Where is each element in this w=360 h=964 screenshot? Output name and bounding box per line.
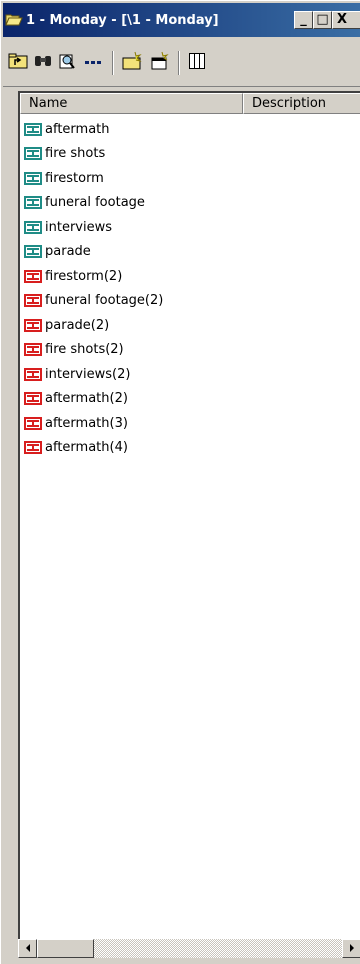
minimize-icon: _	[300, 12, 307, 27]
columns-view-button[interactable]	[185, 51, 209, 75]
more-button[interactable]	[81, 51, 105, 75]
clip-icon	[24, 343, 42, 357]
clip-icon	[24, 245, 42, 259]
clip-name: interviews(2)	[45, 366, 131, 382]
clip-icon	[24, 220, 42, 234]
find-clip-button[interactable]	[55, 51, 79, 75]
clip-name: aftermath(2)	[45, 391, 128, 407]
column-header-description[interactable]: Description	[243, 93, 360, 114]
list-item[interactable]: aftermath	[20, 117, 360, 142]
clip-name: aftermath	[45, 121, 110, 137]
clip-name: aftermath(4)	[45, 440, 128, 456]
list-item[interactable]: fire shots	[20, 142, 360, 167]
clip-icon	[24, 294, 42, 308]
close-icon: X	[337, 12, 348, 27]
clip-icon	[24, 269, 42, 283]
list-item[interactable]: interviews	[20, 215, 360, 240]
title-bar[interactable]: 1 - Monday - [\1 - Monday] _ □ X	[3, 3, 360, 37]
maximize-icon: □	[316, 12, 329, 27]
open-folder-icon	[5, 13, 23, 27]
clip-name: fire shots(2)	[45, 342, 124, 358]
list-item[interactable]: funeral footage(2)	[20, 289, 360, 314]
binoculars-icon	[33, 53, 53, 73]
list-item[interactable]: funeral footage	[20, 191, 360, 216]
window-title: 1 - Monday - [\1 - Monday]	[26, 12, 219, 28]
list-item[interactable]: interviews(2)	[20, 362, 360, 387]
column-header: Name Description	[20, 93, 360, 115]
find-clip-icon	[57, 52, 77, 74]
list-item[interactable]: firestorm(2)	[20, 264, 360, 289]
clip-list-pane[interactable]: Name Description aftermath fire shots fire…	[18, 91, 360, 958]
maximize-button[interactable]: □	[313, 11, 332, 29]
clip-name: firestorm(2)	[45, 268, 123, 284]
clip-icon	[24, 196, 42, 210]
scroll-left-button[interactable]	[18, 939, 37, 958]
arrow-left-icon	[24, 941, 32, 956]
clip-name: parade	[45, 244, 91, 260]
column-header-name[interactable]: Name	[20, 93, 243, 114]
toolbar	[3, 39, 360, 87]
up-folder-icon	[7, 52, 29, 74]
scroll-thumb[interactable]	[37, 939, 94, 958]
new-folder-icon	[121, 51, 143, 75]
arrow-right-icon	[348, 941, 356, 956]
clip-name: aftermath(3)	[45, 415, 128, 431]
clip-icon	[24, 122, 42, 136]
new-clip-button[interactable]	[148, 51, 172, 75]
find-button[interactable]	[31, 51, 55, 75]
clip-icon	[24, 171, 42, 185]
up-folder-button[interactable]	[6, 51, 30, 75]
list-item[interactable]: parade(2)	[20, 313, 360, 338]
list-item[interactable]: aftermath(4)	[20, 436, 360, 461]
list-item[interactable]: aftermath(3)	[20, 411, 360, 436]
scroll-right-button[interactable]	[342, 939, 360, 958]
clip-name: firestorm	[45, 170, 104, 186]
clip-name: funeral footage	[45, 195, 145, 211]
clip-name: fire shots	[45, 146, 106, 162]
columns-view-icon	[188, 52, 206, 74]
clip-icon	[24, 367, 42, 381]
clip-list: aftermath fire shots firestorm funeral foot…	[20, 117, 360, 460]
clip-icon	[24, 318, 42, 332]
bin-window: 1 - Monday - [\1 - Monday] _ □ X Name De…	[0, 0, 360, 964]
close-button[interactable]: X	[332, 11, 360, 29]
clip-name: parade(2)	[45, 317, 110, 333]
clip-name: interviews	[45, 219, 112, 235]
clip-icon	[24, 441, 42, 455]
horizontal-scrollbar[interactable]	[18, 939, 360, 959]
clip-icon	[24, 416, 42, 430]
new-clip-icon	[149, 51, 171, 75]
toolbar-separator	[178, 51, 180, 75]
scroll-track[interactable]	[94, 939, 342, 958]
minimize-button[interactable]: _	[294, 11, 313, 29]
toolbar-separator	[112, 51, 114, 75]
list-item[interactable]: aftermath(2)	[20, 387, 360, 412]
new-folder-button[interactable]	[120, 51, 144, 75]
dotted-more-icon	[83, 56, 103, 71]
clip-icon	[24, 392, 42, 406]
clip-name: funeral footage(2)	[45, 293, 164, 309]
list-item[interactable]: fire shots(2)	[20, 338, 360, 363]
list-item[interactable]: parade	[20, 240, 360, 265]
list-item[interactable]: firestorm	[20, 166, 360, 191]
clip-icon	[24, 147, 42, 161]
